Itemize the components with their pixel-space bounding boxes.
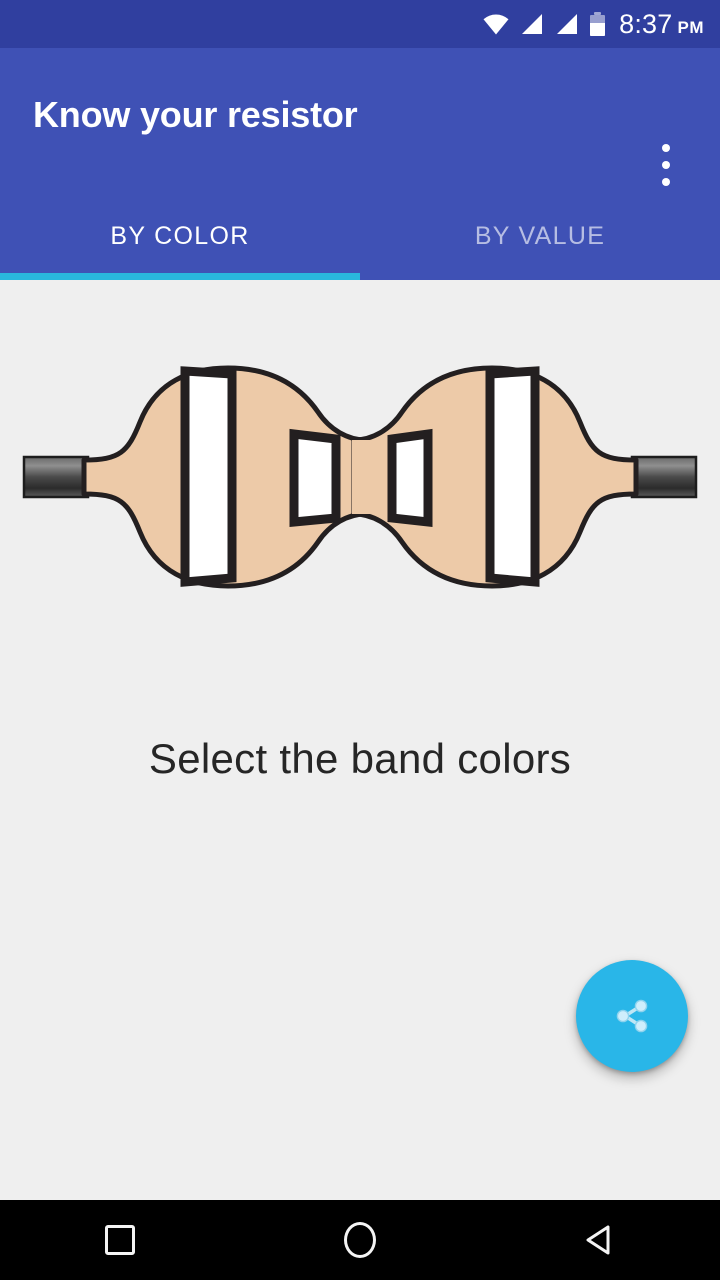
resistor-lead-right: [630, 455, 698, 499]
signal-icon: [555, 13, 579, 35]
nav-home-button[interactable]: [240, 1200, 480, 1280]
hint-text: Select the band colors: [148, 735, 572, 782]
tab-bar: BY COLOR BY VALUE: [0, 200, 720, 280]
main-content: Select the band colors: [0, 280, 720, 1200]
resistor-band: [387, 428, 433, 528]
phone-screen: 8:37 PM Know your resistor BY COLOR BY V…: [0, 0, 720, 1280]
status-bar: 8:37 PM: [0, 0, 720, 48]
app-bar: Know your resistor BY COLOR BY VALUE: [0, 48, 720, 280]
nav-recents-button[interactable]: [0, 1200, 240, 1280]
tab-by-color[interactable]: BY COLOR: [0, 200, 360, 280]
tab-by-color-label: BY COLOR: [110, 221, 250, 250]
status-icons: 8:37 PM: [483, 9, 704, 40]
overflow-dot-icon: [662, 161, 670, 169]
battery-icon: [590, 12, 606, 36]
resistor-band: [289, 428, 341, 527]
circle-icon: [344, 1222, 376, 1258]
clock-ampm: PM: [677, 17, 704, 37]
nav-back-button[interactable]: [480, 1200, 720, 1280]
resistor-lead-left: [22, 455, 90, 499]
status-clock: 8:37 PM: [619, 9, 704, 40]
overflow-menu-button[interactable]: [642, 136, 690, 194]
resistor-band: [180, 366, 237, 587]
overflow-dot-icon: [662, 178, 670, 186]
clock-time: 8:37: [619, 8, 673, 39]
triangle-left-icon: [586, 1225, 610, 1255]
tab-by-value[interactable]: BY VALUE: [360, 200, 720, 280]
tab-by-value-label: BY VALUE: [474, 221, 606, 250]
overflow-dot-icon: [662, 144, 670, 152]
share-icon: [616, 999, 648, 1033]
share-fab-button[interactable]: [576, 960, 688, 1072]
page-title: Know your resistor: [33, 94, 358, 135]
signal-icon: [520, 13, 544, 35]
android-navigation-bar: [0, 1200, 720, 1280]
resistor-diagram: [0, 360, 720, 630]
resistor-band: [485, 366, 540, 587]
square-icon: [105, 1225, 135, 1255]
tab-indicator: [0, 273, 360, 280]
wifi-icon: [483, 13, 509, 35]
